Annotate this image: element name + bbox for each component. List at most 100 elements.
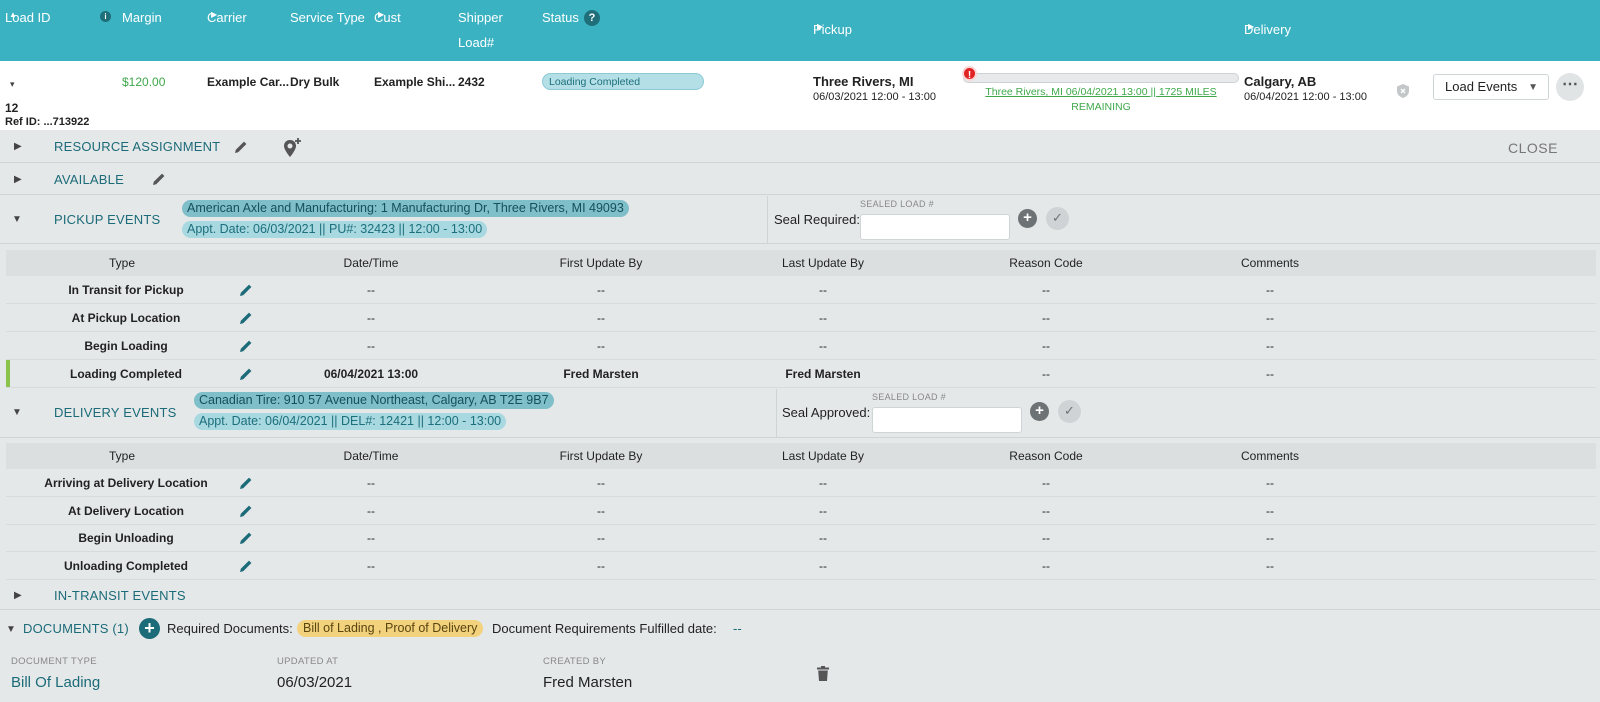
table-row: Unloading Completed -- -- -- -- --	[6, 552, 1596, 580]
event-first-update: --	[597, 283, 605, 297]
add-location-icon[interactable]	[281, 136, 305, 160]
event-last-update: --	[819, 283, 827, 297]
chevron-down-icon[interactable]: ▼	[12, 214, 22, 225]
event-datetime: --	[367, 476, 375, 490]
event-type: Loading Completed	[70, 367, 182, 381]
pencil-icon[interactable]	[238, 558, 254, 574]
event-datetime: --	[367, 531, 375, 545]
fulfilled-date-value: --	[733, 621, 742, 636]
event-last-update: --	[819, 476, 827, 490]
event-last-update: --	[819, 531, 827, 545]
route-progress-line-2: REMAINING	[1071, 101, 1131, 113]
chevron-right-icon[interactable]: ▶	[14, 141, 22, 152]
chevron-right-icon: ▶	[211, 10, 218, 19]
check-icon[interactable]: ✓	[1046, 207, 1069, 230]
event-type: Begin Loading	[84, 339, 168, 353]
close-button[interactable]: CLOSE	[1508, 140, 1558, 156]
check-icon[interactable]: ✓	[1058, 400, 1081, 423]
event-reason: --	[1042, 476, 1050, 490]
sealed-load-input[interactable]	[860, 214, 1010, 240]
more-icon[interactable]: ⋯	[1556, 73, 1584, 101]
trash-icon[interactable]	[817, 666, 829, 681]
sealed-load-input[interactable]	[872, 407, 1022, 433]
event-first-update: --	[597, 559, 605, 573]
event-datetime: --	[367, 559, 375, 573]
chevron-right-icon: ▶	[378, 10, 385, 19]
available-section	[0, 163, 1600, 195]
route-progress-bar	[963, 73, 1239, 83]
col-status[interactable]: Status	[542, 10, 579, 25]
pencil-icon[interactable]	[238, 503, 254, 519]
pencil-icon[interactable]	[238, 282, 254, 298]
event-type: At Pickup Location	[71, 311, 181, 325]
pickup-address: American Axle and Manufacturing: 1 Manuf…	[182, 200, 629, 217]
delivery-events-toggle[interactable]: DELIVERY EVENTS	[54, 405, 176, 420]
event-reason: --	[1042, 311, 1050, 325]
document-link[interactable]: Bill Of Lading	[11, 674, 100, 691]
event-last-update: --	[819, 559, 827, 573]
event-first-update: --	[597, 531, 605, 545]
plus-circle-icon[interactable]: +	[1030, 402, 1049, 421]
load-id[interactable]: 12	[5, 101, 18, 115]
th-datetime: Date/Time	[343, 449, 399, 463]
pencil-icon[interactable]	[238, 530, 254, 546]
route-progress-link[interactable]: Three Rivers, MI 06/04/2021 13:00 || 172…	[963, 85, 1239, 115]
expand-row-icon[interactable]: ▾	[10, 79, 15, 90]
shield-icon[interactable]	[1397, 84, 1409, 98]
seal-approved-label: Seal Approved:	[782, 405, 871, 420]
col-margin[interactable]: Margin	[122, 10, 162, 25]
document-created-by: Fred Marsten	[543, 674, 633, 691]
th-first-update: First Update By	[559, 449, 643, 463]
event-reason: --	[1042, 504, 1050, 518]
delivery-address: Canadian Tire: 910 57 Avenue Northeast, …	[194, 392, 554, 409]
add-document-button[interactable]: +	[139, 618, 160, 639]
event-comments: --	[1266, 367, 1274, 381]
pencil-icon[interactable]	[238, 338, 254, 354]
table-row: Loading Completed 06/04/2021 13:00 Fred …	[6, 360, 1596, 388]
col-shipper[interactable]: Shipper	[458, 10, 503, 25]
event-datetime: --	[367, 283, 375, 297]
table-row: In Transit for Pickup -- -- -- -- --	[6, 276, 1596, 304]
pencil-icon[interactable]	[151, 171, 167, 187]
event-first-update: --	[597, 504, 605, 518]
event-reason: --	[1042, 531, 1050, 545]
divider	[776, 389, 777, 437]
event-datetime: --	[367, 504, 375, 518]
doc-updated-header: UPDATED AT	[277, 656, 339, 667]
alert-icon[interactable]: !	[962, 66, 977, 81]
pencil-icon[interactable]	[238, 310, 254, 326]
pencil-icon[interactable]	[233, 139, 249, 155]
pickup-table-header: Type Date/Time First Update By Last Upda…	[6, 250, 1596, 276]
pencil-icon[interactable]	[238, 475, 254, 491]
resource-assignment-toggle[interactable]: RESOURCE ASSIGNMENT	[54, 139, 220, 154]
table-row: Arriving at Delivery Location -- -- -- -…	[6, 469, 1596, 497]
chevron-right-icon[interactable]: ▶	[14, 590, 22, 601]
event-reason: --	[1042, 559, 1050, 573]
carrier-value[interactable]: Example Car...	[207, 75, 289, 89]
col-service-type[interactable]: Service Type	[290, 10, 365, 25]
plus-circle-icon[interactable]: +	[1018, 209, 1037, 228]
event-reason: --	[1042, 283, 1050, 297]
table-row: Begin Unloading -- -- -- -- --	[6, 524, 1596, 552]
chevron-down-icon[interactable]: ▼	[12, 407, 22, 418]
available-toggle[interactable]: AVAILABLE	[54, 172, 124, 187]
delivery-table-header: Type Date/Time First Update By Last Upda…	[6, 443, 1596, 469]
pickup-events-toggle[interactable]: PICKUP EVENTS	[54, 212, 160, 227]
documents-toggle[interactable]: DOCUMENTS (1)	[23, 621, 129, 636]
th-reason-code: Reason Code	[1009, 449, 1083, 463]
chevron-right-icon[interactable]: ▶	[14, 174, 22, 185]
seal-required-label: Seal Required:	[774, 212, 860, 227]
load-events-select[interactable]: Load Events ▼	[1433, 74, 1549, 100]
sealed-load-caption: SEALED LOAD #	[872, 392, 946, 402]
th-reason-code: Reason Code	[1009, 256, 1083, 270]
event-last-update: --	[819, 311, 827, 325]
col-load-num[interactable]: Load#	[458, 35, 494, 50]
customer-value[interactable]: Example Shi...	[374, 75, 455, 89]
sealed-load-caption: SEALED LOAD #	[860, 199, 934, 209]
pencil-icon[interactable]	[238, 366, 254, 382]
event-first-update: --	[597, 339, 605, 353]
sort-asc-icon: ▲	[9, 10, 17, 19]
chevron-down-icon[interactable]: ▼	[6, 624, 16, 635]
required-documents-label: Required Documents:	[167, 621, 293, 636]
in-transit-events-toggle[interactable]: IN-TRANSIT EVENTS	[54, 588, 186, 603]
